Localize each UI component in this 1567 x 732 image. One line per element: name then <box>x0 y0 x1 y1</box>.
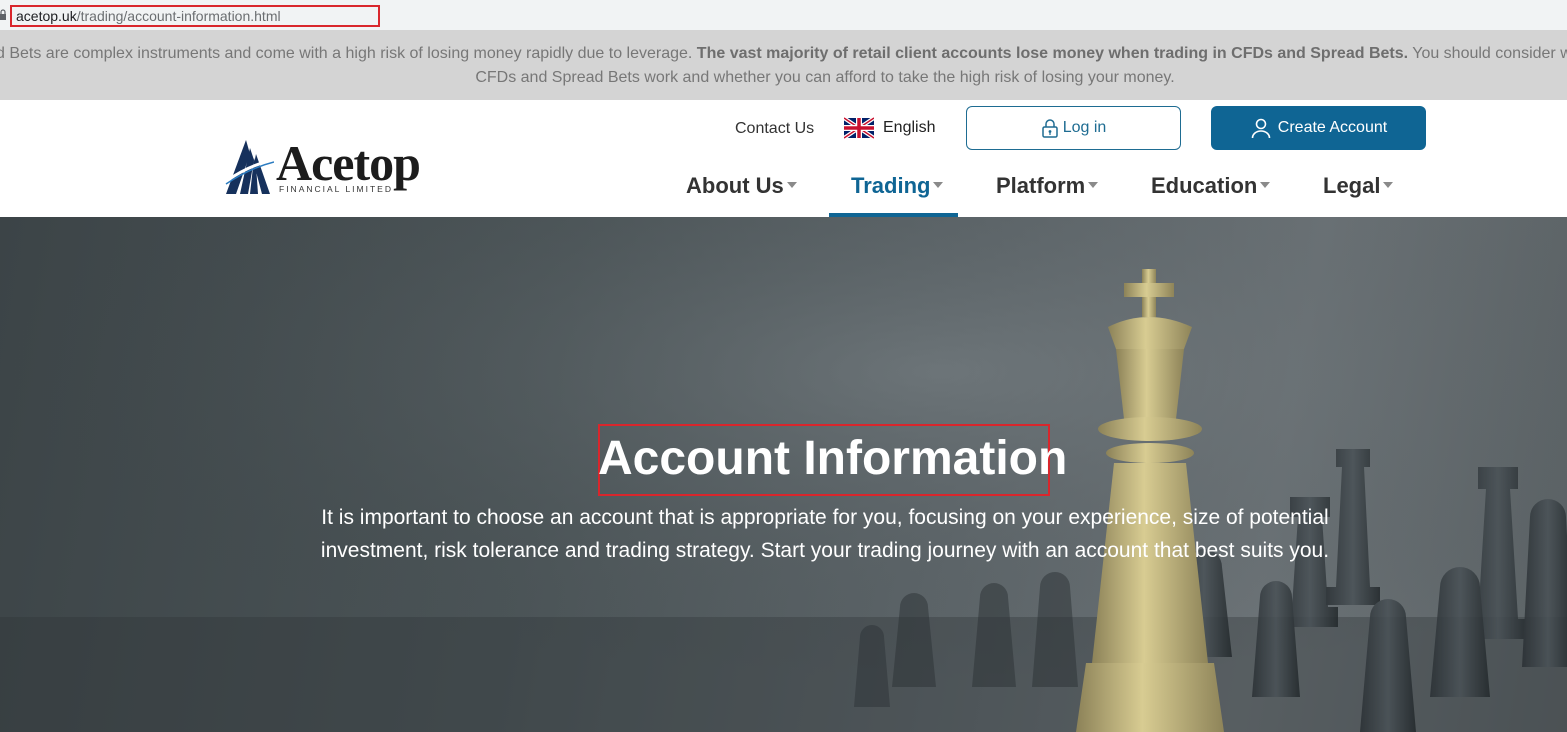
risk-warning-banner: d Bets are complex instruments and come … <box>0 30 1567 100</box>
nav-item-label: Education <box>1151 173 1258 198</box>
risk-warning-bold-text: The vast majority of retail client accou… <box>696 45 1409 62</box>
caret-down-icon <box>1088 182 1099 188</box>
risk-warning-line-2: CFDs and Spread Bets work and whether yo… <box>475 69 1175 86</box>
hero-description: It is important to choose an account tha… <box>320 506 1330 562</box>
nav-item-label: Trading <box>851 173 931 198</box>
nav-item-platform[interactable]: Platform <box>996 160 1099 217</box>
language-selector[interactable]: English <box>844 115 935 141</box>
page-title: Account Information <box>598 432 1068 485</box>
url-domain: acetop.uk <box>16 8 77 24</box>
nav-item-legal[interactable]: Legal <box>1323 160 1394 217</box>
caret-down-icon <box>1260 182 1271 188</box>
contact-us-link[interactable]: Contact Us <box>735 120 814 138</box>
nav-item-about-us[interactable]: About Us <box>686 160 797 217</box>
create-account-label: Create Account <box>1277 119 1388 136</box>
url-field[interactable]: acetop.uk/trading/account-information.ht… <box>10 5 380 27</box>
padlock-icon <box>1041 119 1058 138</box>
nav-item-trading[interactable]: Trading <box>851 160 944 217</box>
nav-item-label: Platform <box>996 173 1086 198</box>
risk-warning-text-start: d Bets are complex instruments and come … <box>0 45 697 62</box>
caret-down-icon <box>1383 182 1394 188</box>
login-label: Log in <box>1062 119 1107 136</box>
risk-warning-line-1: d Bets are complex instruments and come … <box>0 45 1567 63</box>
uk-flag-icon <box>844 116 874 140</box>
language-label: English <box>883 119 936 136</box>
risk-warning-text-end: You should consider w <box>1408 45 1567 62</box>
url-path: /trading/account-information.html <box>76 8 281 24</box>
user-icon <box>1251 118 1271 139</box>
main-navigation: About Us Trading Platform Education Lega… <box>0 160 1567 217</box>
create-account-button[interactable]: Create Account <box>1211 106 1426 150</box>
nav-item-education[interactable]: Education <box>1151 160 1271 217</box>
caret-down-icon <box>786 182 797 188</box>
nav-item-label: About Us <box>686 173 784 198</box>
caret-down-icon <box>933 182 944 188</box>
nav-item-label: Legal <box>1323 173 1381 198</box>
hero-banner: Account Information It is important to c… <box>0 217 1567 732</box>
address-bar: acetop.uk/trading/account-information.ht… <box>0 0 1567 30</box>
login-button[interactable]: Log in <box>966 106 1181 150</box>
lock-icon <box>0 9 6 20</box>
site-header: Acetop FINANCIAL LIMITED Contact Us Engl… <box>0 100 1567 217</box>
